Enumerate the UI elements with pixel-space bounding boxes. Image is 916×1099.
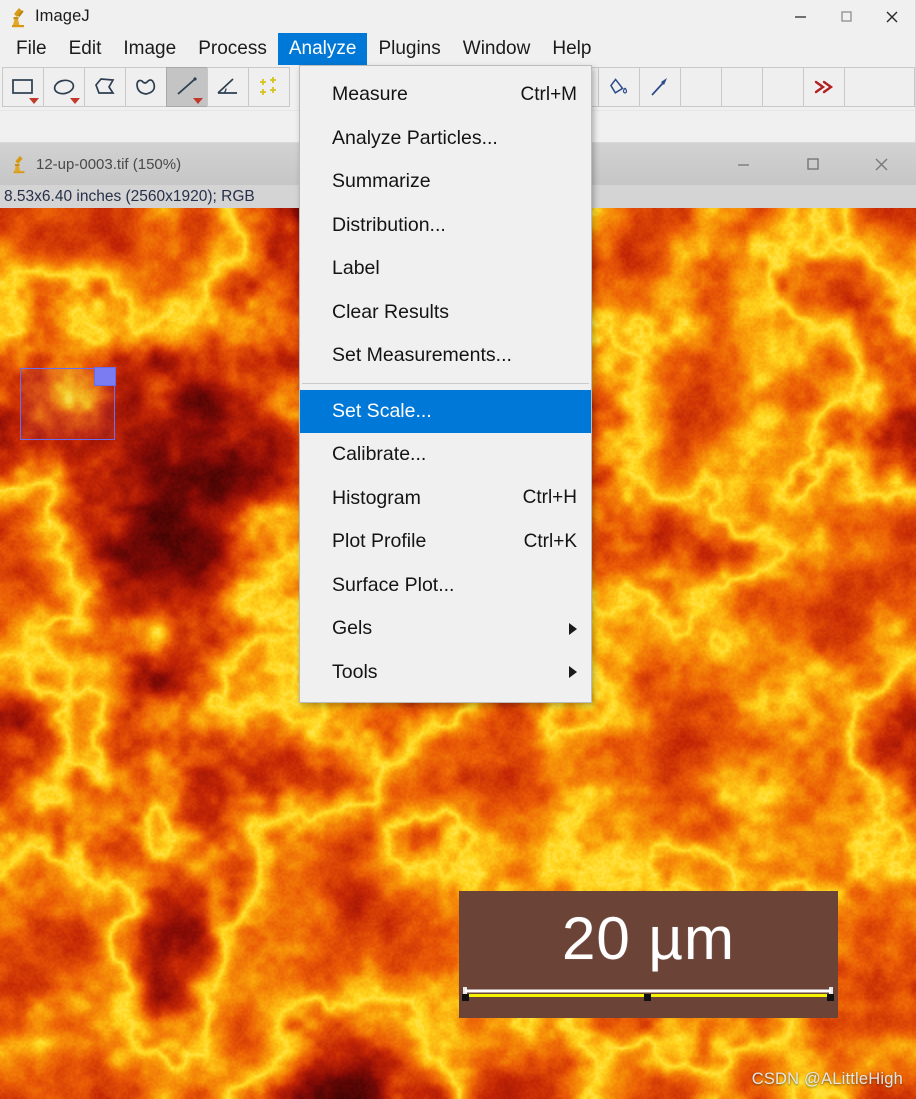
menu-item-accelerator: Ctrl+M bbox=[520, 83, 577, 105]
menu-item-accelerator: Ctrl+H bbox=[522, 487, 577, 509]
rectangle-tool-dropdown-icon[interactable] bbox=[29, 98, 39, 104]
menu-item-label: Calibrate... bbox=[332, 443, 427, 466]
menu-item-plot-profile[interactable]: Plot Profile Ctrl+K bbox=[300, 520, 591, 564]
menu-item-label: Analyze Particles... bbox=[332, 126, 498, 149]
microscope-icon bbox=[8, 6, 28, 28]
menubar-item-analyze[interactable]: Analyze bbox=[277, 33, 368, 65]
microscope-icon bbox=[10, 154, 28, 174]
menu-item-label: Plot Profile bbox=[332, 530, 427, 553]
menu-item-calibrate[interactable]: Calibrate... bbox=[300, 433, 591, 477]
close-button[interactable] bbox=[869, 0, 915, 33]
menubar-item-plugins[interactable]: Plugins bbox=[367, 33, 451, 65]
rectangular-selection[interactable] bbox=[20, 367, 116, 440]
app-title: ImageJ bbox=[35, 7, 90, 25]
menubar-item-image[interactable]: Image bbox=[112, 33, 187, 65]
image-maximize-button[interactable] bbox=[778, 143, 847, 185]
line-tool[interactable] bbox=[166, 67, 208, 107]
empty-slot-1[interactable] bbox=[680, 67, 722, 107]
menubar-item-process[interactable]: Process bbox=[187, 33, 278, 65]
oval-tool[interactable] bbox=[43, 67, 85, 107]
menu-item-label: Tools bbox=[332, 660, 378, 683]
minimize-button[interactable] bbox=[777, 0, 823, 33]
menu-item-label: Summarize bbox=[332, 170, 431, 193]
empty-slot-2[interactable] bbox=[721, 67, 763, 107]
imagej-titlebar[interactable]: ImageJ bbox=[0, 0, 915, 33]
menu-item-label: Set Measurements... bbox=[332, 344, 512, 367]
menu-item-accelerator: Ctrl+K bbox=[523, 530, 577, 552]
menubar-item-file[interactable]: File bbox=[5, 33, 58, 65]
menu-item-label: Clear Results bbox=[332, 300, 450, 323]
menu-item-gels[interactable]: Gels bbox=[300, 607, 591, 651]
chevron-right-icon bbox=[569, 666, 577, 679]
maximize-button[interactable] bbox=[823, 0, 869, 33]
analyze-dropdown-menu: Measure Ctrl+M Analyze Particles... Summ… bbox=[299, 65, 592, 703]
menu-item-set-measurements[interactable]: Set Measurements... bbox=[300, 334, 591, 378]
scale-bar-line bbox=[462, 987, 834, 1001]
menu-item-label: Label bbox=[332, 257, 380, 280]
menu-item-label[interactable]: Label bbox=[300, 247, 591, 291]
empty-slot-3[interactable] bbox=[762, 67, 804, 107]
menu-item-clear-results[interactable]: Clear Results bbox=[300, 291, 591, 335]
menu-item-measure[interactable]: Measure Ctrl+M bbox=[300, 73, 591, 117]
menu-item-label: Measure bbox=[332, 83, 408, 106]
image-window-title: 12-up-0003.tif (150%) bbox=[36, 155, 182, 173]
angle-tool[interactable] bbox=[207, 67, 249, 107]
menu-separator bbox=[302, 382, 589, 384]
line-tool-dropdown-icon[interactable] bbox=[193, 98, 203, 104]
watermark-text: CSDN @ALittleHigh bbox=[751, 1070, 903, 1088]
menubar-item-help[interactable]: Help bbox=[541, 33, 602, 65]
scale-bar-overlay: 20 µm bbox=[459, 891, 838, 1018]
oval-tool-dropdown-icon[interactable] bbox=[70, 98, 80, 104]
menu-item-summarize[interactable]: Summarize bbox=[300, 160, 591, 204]
polygon-tool[interactable] bbox=[84, 67, 126, 107]
image-minimize-button[interactable] bbox=[709, 143, 778, 185]
more-tools-button[interactable] bbox=[803, 67, 845, 107]
menu-item-histogram[interactable]: Histogram Ctrl+H bbox=[300, 477, 591, 521]
window-controls bbox=[777, 0, 915, 33]
menubar-item-edit[interactable]: Edit bbox=[58, 33, 113, 65]
menu-item-tools[interactable]: Tools bbox=[300, 651, 591, 695]
image-window-controls bbox=[709, 143, 916, 185]
menu-item-label: Gels bbox=[332, 617, 373, 640]
scale-bar-label: 20 µm bbox=[562, 905, 735, 972]
menubar: File Edit Image Process Analyze Plugins … bbox=[0, 33, 915, 65]
selection-handle[interactable] bbox=[94, 367, 116, 386]
chevron-right-icon bbox=[569, 622, 577, 635]
rectangle-tool[interactable] bbox=[2, 67, 44, 107]
menubar-item-window[interactable]: Window bbox=[452, 33, 542, 65]
freehand-tool[interactable] bbox=[125, 67, 167, 107]
menu-item-label: Histogram bbox=[332, 486, 421, 509]
flood-fill-tool[interactable] bbox=[598, 67, 640, 107]
toolbar-empty-area bbox=[844, 67, 915, 107]
image-close-button[interactable] bbox=[847, 143, 916, 185]
menu-item-distribution[interactable]: Distribution... bbox=[300, 204, 591, 248]
dropper-tool[interactable] bbox=[639, 67, 681, 107]
menu-item-analyze-particles[interactable]: Analyze Particles... bbox=[300, 117, 591, 161]
menu-item-surface-plot[interactable]: Surface Plot... bbox=[300, 564, 591, 608]
menu-item-label: Distribution... bbox=[332, 213, 446, 236]
menu-item-set-scale[interactable]: Set Scale... bbox=[300, 389, 591, 433]
menu-item-label: Set Scale... bbox=[332, 399, 432, 422]
point-tool[interactable] bbox=[248, 67, 290, 107]
menu-item-label: Surface Plot... bbox=[332, 573, 455, 596]
